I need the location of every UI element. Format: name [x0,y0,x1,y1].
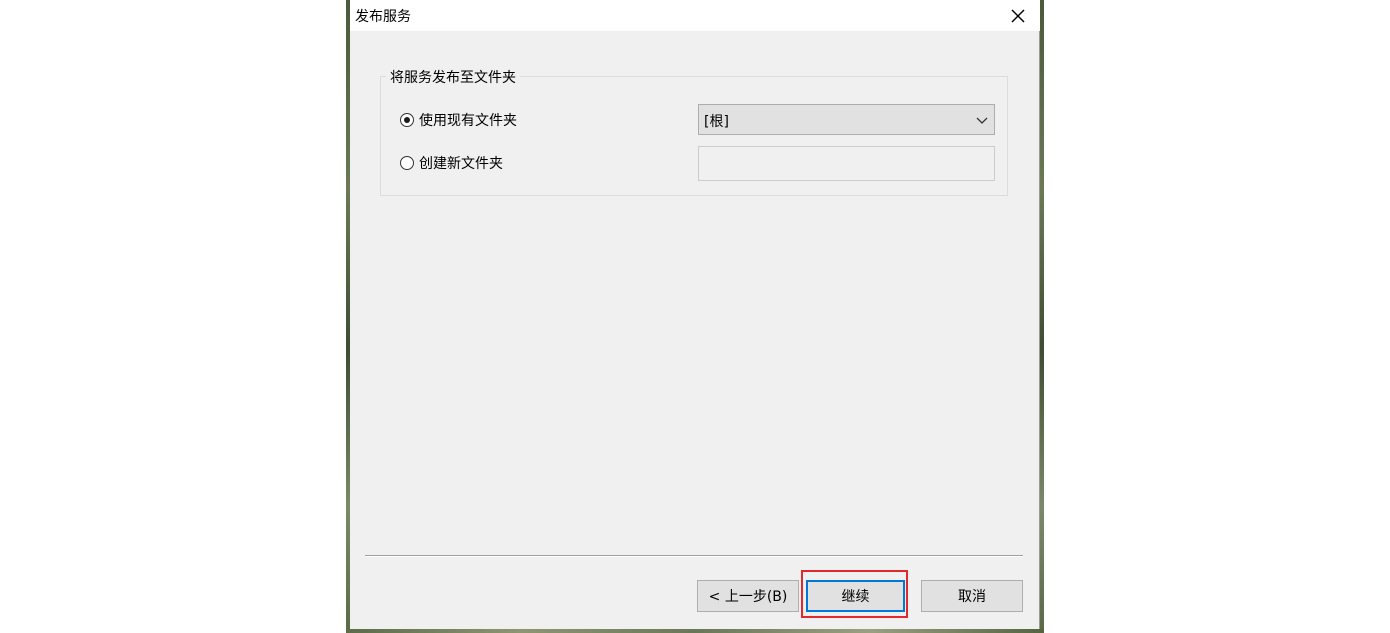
radio-unchecked-icon [400,156,414,170]
chevron-down-icon [976,117,988,124]
use-existing-folder-radio[interactable]: 使用现有文件夹 [400,110,517,130]
publish-service-dialog: 发布服务 将服务发布至文件夹 使用现有文件夹 创建新文件夹 [根] < 上一步(… [350,0,1040,629]
close-button[interactable] [996,0,1040,31]
continue-button[interactable]: 继续 [806,580,905,612]
dialog-titlebar: 发布服务 [350,0,1040,31]
create-new-folder-radio[interactable]: 创建新文件夹 [400,153,503,173]
dropdown-selected-value: [根] [704,114,729,130]
radio-checked-icon [400,113,414,127]
groupbox-legend: 将服务发布至文件夹 [386,67,520,87]
background-photo-strip-bottom [346,629,1044,633]
back-button[interactable]: < 上一步(B) [697,580,799,612]
dialog-title: 发布服务 [355,9,411,25]
create-new-folder-label: 创建新文件夹 [419,156,503,172]
close-icon [1011,9,1025,22]
new-folder-name-input[interactable] [698,146,995,181]
footer-separator [365,555,1023,557]
background-photo-strip-right [1040,0,1044,633]
use-existing-folder-label: 使用现有文件夹 [419,113,517,129]
existing-folder-dropdown[interactable]: [根] [698,104,995,135]
cancel-button[interactable]: 取消 [921,580,1023,612]
